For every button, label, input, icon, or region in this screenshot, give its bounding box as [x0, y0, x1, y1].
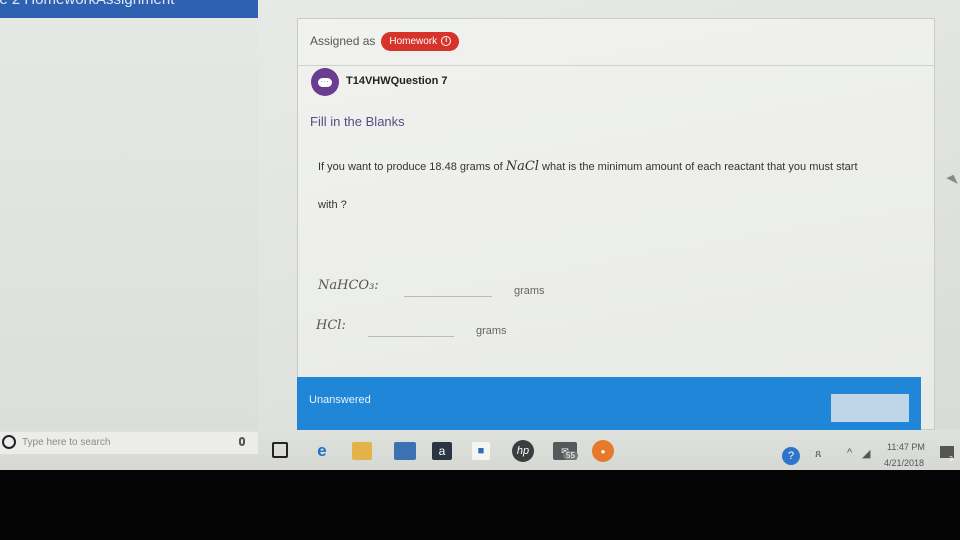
monitor-bezel — [0, 470, 960, 540]
question-card: Assigned as Homework i ... T14VHWQuestio… — [297, 18, 935, 430]
screen: le 2 HomeworkAssignment Assigned as Home… — [0, 0, 960, 470]
chevron-up-icon[interactable]: ^ — [847, 447, 852, 459]
formula-nacl: NaCl — [505, 159, 539, 174]
notification-count: 3 — [949, 456, 953, 463]
question-text-line2: with ? — [318, 199, 347, 211]
nahco3-unit: grams — [514, 285, 545, 297]
question-text: If you want to produce 18.48 grams of Na… — [318, 159, 858, 174]
hp-icon[interactable]: hp — [512, 440, 534, 462]
store-app-icon[interactable] — [394, 442, 416, 460]
hcl-input[interactable] — [368, 319, 454, 337]
hcl-label: HCl: — [316, 318, 346, 333]
file-explorer-icon[interactable] — [352, 442, 372, 460]
question-type: Fill in the Blanks — [310, 114, 405, 129]
help-icon[interactable]: ? — [782, 447, 800, 465]
nahco3-label: NaHCO₃: — [318, 278, 379, 293]
amazon-icon[interactable]: a — [432, 442, 452, 460]
top-bar: le 2 HomeworkAssignment — [0, 0, 258, 18]
wifi-icon[interactable]: ◢ — [862, 447, 870, 460]
divider — [298, 65, 934, 66]
nahco3-input[interactable] — [404, 279, 492, 297]
homework-badge[interactable]: Homework i — [381, 31, 460, 51]
left-panel: le 2 HomeworkAssignment — [0, 0, 258, 430]
question-text-before: If you want to produce 18.48 grams of — [318, 161, 506, 173]
microphone-icon[interactable] — [239, 437, 245, 446]
status-bar: Unanswered — [297, 377, 921, 430]
top-bar-title: le 2 HomeworkAssignment — [0, 0, 174, 8]
status-label: Unanswered — [309, 394, 371, 406]
assigned-row: Assigned as Homework i — [310, 30, 460, 52]
taskbar-search[interactable]: Type here to search — [0, 432, 258, 454]
clock-date[interactable]: 4/21/2018 — [884, 458, 924, 468]
question-text-after: what is the minimum amount of each react… — [538, 161, 858, 173]
task-view-icon[interactable] — [272, 442, 288, 458]
microsoft-store-icon[interactable]: ■ — [472, 442, 490, 460]
info-icon[interactable]: i — [441, 36, 452, 46]
question-icon: ... — [311, 68, 339, 96]
assigned-label: Assigned as — [310, 34, 376, 48]
edge-browser-icon[interactable]: e — [313, 441, 331, 460]
search-placeholder: Type here to search — [22, 437, 111, 448]
mail-badge: 55 — [563, 451, 578, 460]
people-icon[interactable]: ጸ — [815, 448, 821, 461]
mouse-cursor-icon — [946, 174, 958, 188]
firefox-icon[interactable]: ● — [592, 440, 614, 462]
chat-bubble-icon: ... — [318, 77, 332, 87]
homework-badge-label: Homework — [389, 35, 438, 47]
cortana-icon[interactable] — [2, 435, 16, 449]
submit-button[interactable] — [831, 394, 909, 422]
question-title: T14VHWQuestion 7 — [346, 75, 448, 87]
clock-time[interactable]: 11:47 PM — [887, 442, 925, 452]
hcl-unit: grams — [476, 325, 507, 337]
